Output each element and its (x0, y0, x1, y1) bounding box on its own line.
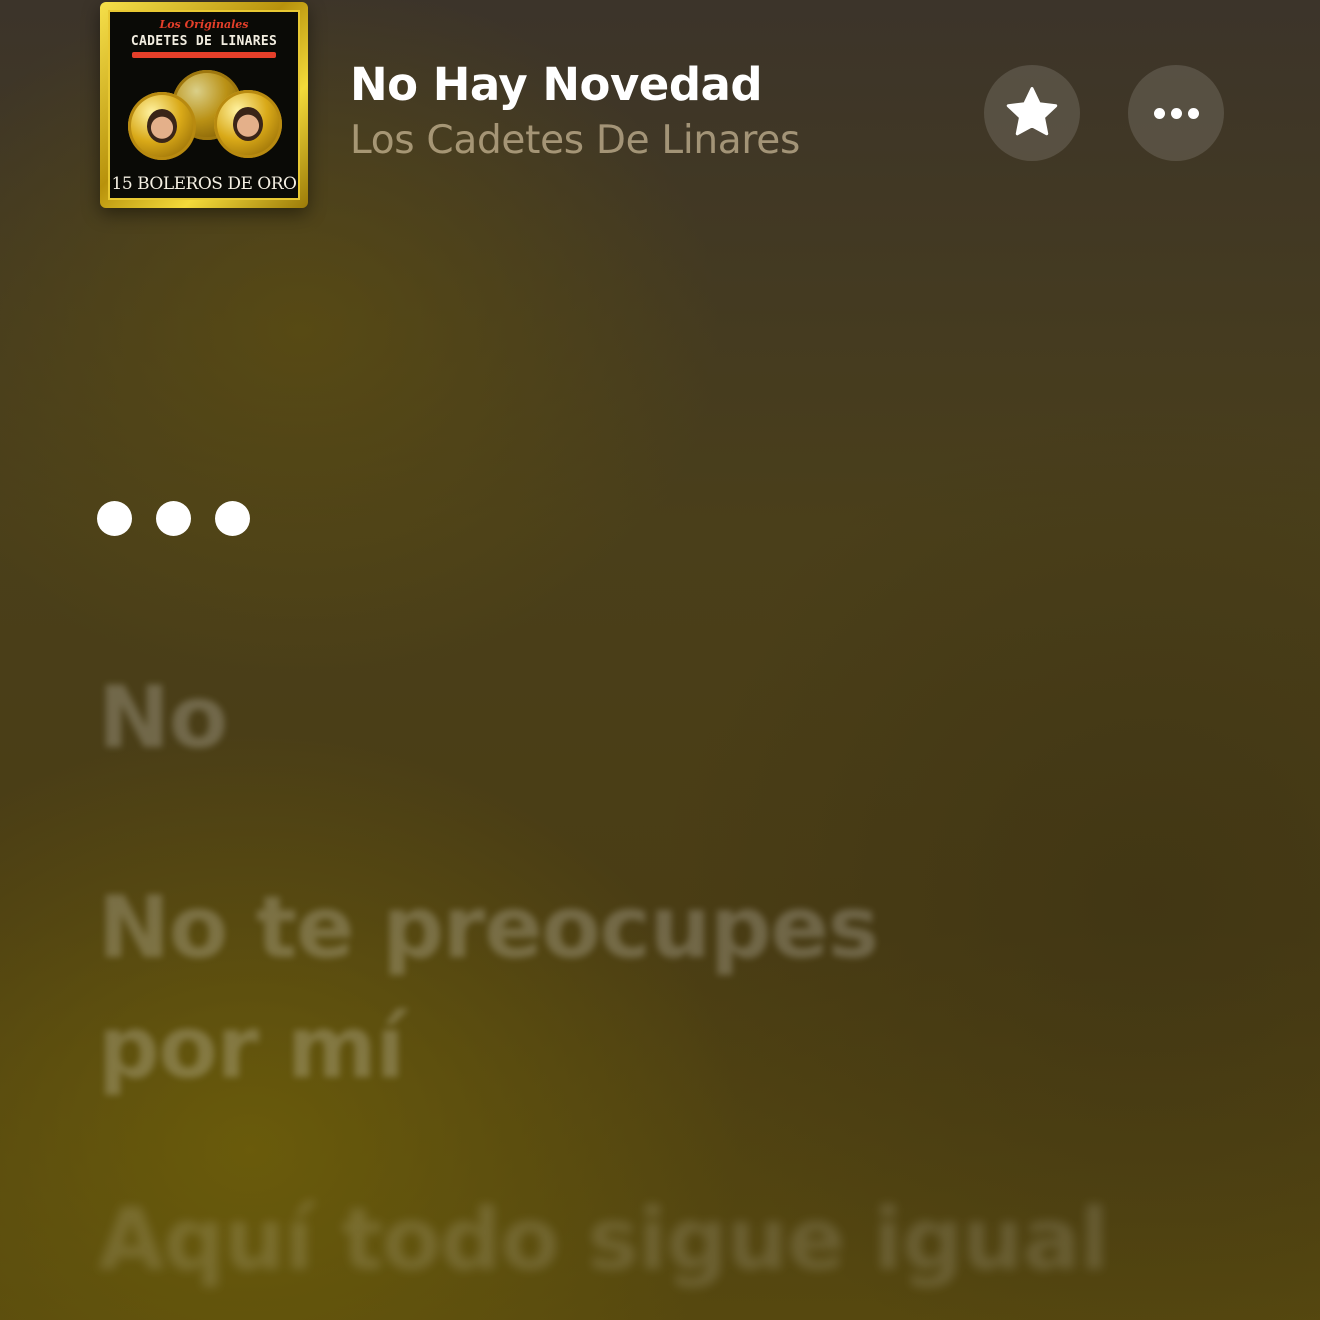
more-options-button[interactable] (1128, 65, 1224, 161)
album-artwork[interactable]: Los Originales CADETES DE LINARES 15 BOL… (100, 2, 308, 208)
indicator-dot (215, 501, 250, 536)
star-icon (1006, 87, 1058, 136)
album-art-title: CADETES DE LINARES (130, 34, 278, 49)
favorite-button[interactable] (984, 65, 1080, 161)
ellipsis-icon (1153, 107, 1199, 119)
indicator-dot (97, 501, 132, 536)
lyric-line[interactable]: Aquí todo sigue igual (98, 1190, 1109, 1290)
album-art-portrait (233, 107, 263, 141)
album-art-bottom-text: 15 BOLEROS DE ORO (111, 174, 297, 194)
song-artist[interactable]: Los Cadetes De Linares (350, 118, 800, 163)
album-cover-image: Los Originales CADETES DE LINARES 15 BOL… (108, 10, 300, 200)
album-art-top-text: Los Originales (159, 18, 249, 31)
album-art-portrait (147, 109, 177, 143)
album-art-coin (214, 90, 282, 158)
album-art-banner (132, 52, 276, 58)
album-art-coin (128, 92, 196, 160)
song-title: No Hay Novedad (350, 58, 763, 111)
indicator-dot (156, 501, 191, 536)
lyric-line[interactable]: No te preocupes por mí (98, 868, 879, 1108)
lyrics-instrumental-indicator (97, 501, 250, 536)
lyric-line[interactable]: No (98, 668, 228, 768)
